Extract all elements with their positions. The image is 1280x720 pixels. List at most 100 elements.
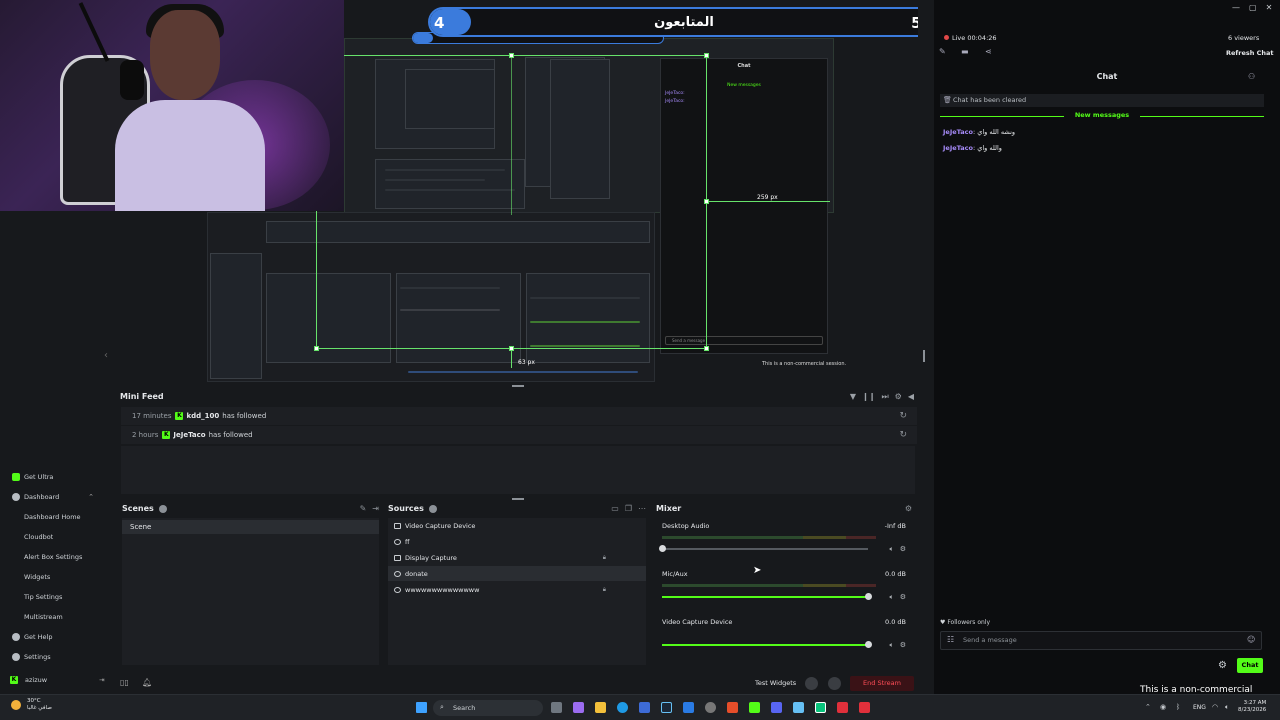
close-icon[interactable]: ✕ [1266, 3, 1273, 12]
lock-icon[interactable]: 🔒︎ [603, 554, 606, 562]
scene-item[interactable]: Scene [122, 520, 379, 534]
resize-handle[interactable] [509, 346, 514, 351]
store-icon[interactable] [639, 702, 650, 713]
settings-icon[interactable]: ⚙ [895, 392, 902, 402]
source-item[interactable]: wwwwwwwwwwwwww 🔒︎ [388, 582, 646, 597]
task-view-icon[interactable] [551, 702, 562, 713]
test-widgets-button[interactable]: Test Widgets [755, 679, 796, 687]
resize-handle[interactable] [704, 346, 709, 351]
gear-icon[interactable]: ⚙ [900, 545, 906, 554]
more-icon[interactable]: ⋯ [638, 504, 646, 513]
wifi-icon[interactable]: ◠ [1212, 703, 1218, 711]
refresh-chat-button[interactable]: Refresh Chat [1226, 49, 1274, 57]
sidebar-item-settings[interactable]: Settings [0, 649, 104, 665]
sidebar-item-alert-box[interactable]: Alert Box Settings [0, 549, 104, 565]
sidebar-item-tip-settings[interactable]: Tip Settings [0, 589, 104, 605]
webcam-source[interactable] [0, 0, 344, 211]
volume-icon[interactable]: 🔈︎ [1225, 703, 1229, 712]
taskbar-clock[interactable]: 3:27 AM 8/23/2026 [1238, 700, 1266, 714]
pause-icon[interactable]: ❙❙ [862, 392, 875, 402]
mail-icon[interactable] [683, 702, 694, 713]
skip-icon[interactable]: ⏭ [881, 392, 888, 402]
emoji-icon[interactable]: ☺ [1247, 635, 1255, 644]
pencil-icon[interactable]: ✎ [939, 47, 946, 56]
end-stream-button[interactable]: End Stream [850, 676, 914, 691]
sidebar-item-get-help[interactable]: Get Help [0, 629, 104, 645]
popout-icon[interactable]: ▬ [961, 47, 969, 56]
chat-settings-icon[interactable]: ⚙ [1218, 660, 1227, 671]
start-icon[interactable] [416, 702, 427, 713]
tray-chevron-icon[interactable]: ⌃ [1145, 703, 1151, 711]
source-item[interactable]: donate [388, 566, 646, 581]
resize-handle[interactable] [704, 53, 709, 58]
minimize-icon[interactable]: — [1232, 3, 1240, 12]
lock-icon[interactable]: 🔒︎ [603, 586, 606, 594]
replay-icon[interactable]: ↻ [899, 430, 907, 440]
gear-icon[interactable]: ⚙ [900, 593, 906, 602]
replay-buffer-button[interactable] [828, 677, 841, 690]
sidebar-item-cloudbot[interactable]: Cloudbot [0, 529, 104, 545]
volume-slider[interactable] [659, 545, 868, 552]
weather-widget[interactable]: 30°C صافي غالبا [11, 698, 52, 712]
notification-icon[interactable]: 🔔︎ [142, 678, 152, 687]
edit-icon[interactable]: ✎ [360, 504, 367, 513]
edge-icon[interactable] [617, 702, 628, 713]
drag-handle[interactable] [512, 385, 524, 387]
speaker-icon[interactable]: 🔈︎ [890, 545, 894, 554]
steam-icon[interactable] [793, 702, 804, 713]
stream-preview[interactable]: Chat New messages JeJeTaco: JeJeTaco: Se… [0, 0, 918, 388]
record-button[interactable] [805, 677, 818, 690]
user-account[interactable]: K azizuw ⇥ [10, 676, 105, 684]
resize-handle[interactable] [509, 53, 514, 58]
source-item[interactable]: ff [388, 534, 646, 549]
chat-username[interactable]: JeJeTaco [943, 144, 973, 152]
replay-icon[interactable]: ↻ [899, 411, 907, 421]
send-chat-button[interactable]: Chat [1237, 658, 1263, 673]
slider-knob[interactable] [865, 593, 872, 600]
settings-icon[interactable]: ⚙ [905, 504, 912, 513]
app-icon[interactable] [573, 702, 584, 713]
folder-icon[interactable]: ▭ [611, 504, 619, 513]
tray-app-icon[interactable]: ◉ [1160, 703, 1166, 711]
kick-app-icon[interactable] [749, 702, 760, 713]
app-icon[interactable] [859, 702, 870, 713]
transition-icon[interactable]: ⇥ [372, 504, 379, 513]
sidebar-item-multistream[interactable]: Multistream [0, 609, 104, 625]
resize-handle[interactable] [704, 199, 709, 204]
logout-icon[interactable]: ⇥ [99, 676, 104, 684]
speaker-icon[interactable]: 🔈︎ [890, 593, 894, 602]
chat-input[interactable]: Send a message [940, 631, 1262, 650]
slider-knob[interactable] [659, 545, 666, 552]
language-indicator[interactable]: ENG [1193, 704, 1206, 711]
users-icon[interactable]: ⚇ [1248, 72, 1255, 81]
app-icon[interactable] [837, 702, 848, 713]
studio-mode-icon[interactable]: ▯▯ [120, 678, 129, 687]
speaker-icon[interactable]: 🔈︎ [890, 641, 894, 650]
sidebar-item-get-ultra[interactable]: Get Ultra [0, 469, 104, 485]
sidebar-item-dashboard-home[interactable]: Dashboard Home [0, 509, 104, 525]
mute-icon[interactable]: ◀ [908, 392, 914, 402]
taskbar-search[interactable]: Search [433, 700, 543, 716]
discord-icon[interactable] [771, 702, 782, 713]
steam-icon[interactable] [661, 702, 672, 713]
add-scene-icon[interactable] [158, 504, 167, 513]
slider-knob[interactable] [865, 641, 872, 648]
maximize-icon[interactable]: ▢ [1249, 3, 1257, 12]
share-icon[interactable]: ⋖ [985, 47, 992, 56]
chat-username[interactable]: JeJeTaco [943, 128, 973, 136]
filter-icon[interactable]: ▼ [850, 392, 856, 402]
volume-slider[interactable] [662, 593, 872, 600]
sidebar-item-dashboard[interactable]: Dashboard ⌃ [0, 489, 104, 505]
source-item[interactable]: Display Capture 🔒︎ [388, 550, 646, 565]
collapse-sidebar-icon[interactable]: ‹ [104, 350, 108, 361]
app-icon[interactable] [705, 702, 716, 713]
copy-icon[interactable]: ❐ [625, 504, 632, 513]
bluetooth-icon[interactable]: ᛒ [1176, 703, 1180, 711]
source-item[interactable]: Video Capture Device [388, 518, 646, 533]
sidebar-item-widgets[interactable]: Widgets [0, 569, 104, 585]
file-explorer-icon[interactable] [595, 702, 606, 713]
streamlabs-icon[interactable] [815, 702, 826, 713]
add-source-icon[interactable] [428, 504, 437, 513]
volume-slider[interactable] [662, 641, 872, 648]
gear-icon[interactable]: ⚙ [900, 641, 906, 650]
